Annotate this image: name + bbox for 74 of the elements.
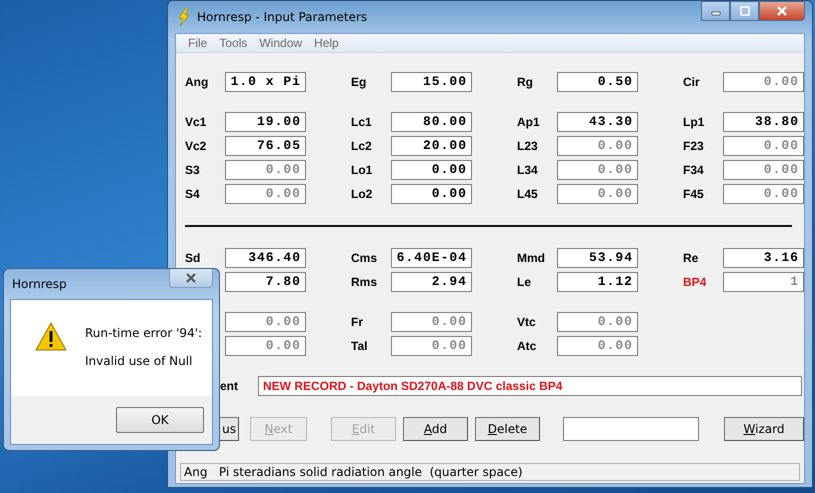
parameter-label: Rms xyxy=(351,275,378,289)
parameter-field[interactable]: 53.94 xyxy=(557,248,638,268)
error-message: Invalid use of Null xyxy=(85,354,194,368)
toolbar-button[interactable]: Wizard xyxy=(724,417,804,441)
maximize-icon xyxy=(740,6,750,16)
close-button[interactable] xyxy=(169,269,213,288)
parameter-label: Mmd xyxy=(517,251,546,265)
warning-icon xyxy=(35,322,67,352)
parameter-label: Eg xyxy=(351,75,368,89)
parameter-field[interactable]: 3.16 xyxy=(723,248,804,268)
close-icon xyxy=(185,272,197,284)
parameter-label: BP4 xyxy=(683,275,708,289)
parameter-field[interactable]: 1.0 x Pi xyxy=(225,72,306,92)
parameter-label: Vc2 xyxy=(185,139,208,153)
dialog-title: Hornresp xyxy=(11,277,67,291)
parameter-label: Rg xyxy=(517,75,534,89)
parameter-label: Lo1 xyxy=(351,163,374,177)
parameter-field[interactable]: 0.00 xyxy=(391,160,472,180)
comment-label: ent xyxy=(219,379,239,393)
parameter-field[interactable]: 15.00 xyxy=(391,72,472,92)
toolbar-button[interactable]: Add xyxy=(403,417,468,441)
parameter-label: Ang xyxy=(185,75,210,89)
parameter-field[interactable]: 1.12 xyxy=(557,272,638,292)
status-bar: Ang Pi steradians solid radiation angle (quarter space) xyxy=(180,463,800,481)
parameter-label: Sd xyxy=(185,251,202,265)
parameter-label: Atc xyxy=(517,339,538,353)
parameter-field[interactable]: 0.00 xyxy=(391,184,472,204)
parameter-label: Fr xyxy=(351,315,364,329)
parameter-field[interactable]: 80.00 xyxy=(391,112,472,132)
parameter-label: F45 xyxy=(683,187,705,201)
error-message: Run-time error '94': xyxy=(85,326,202,340)
close-icon xyxy=(776,5,788,17)
parameter-label: Re xyxy=(683,251,700,265)
parameter-field[interactable]: 20.00 xyxy=(391,136,472,156)
parameter-label: F23 xyxy=(683,139,705,153)
parameter-label: L34 xyxy=(517,163,539,177)
parameter-label: Lp1 xyxy=(683,115,706,129)
parameter-label: F34 xyxy=(683,163,705,177)
menu-item[interactable]: File xyxy=(182,36,214,50)
parameter-label: Cir xyxy=(683,75,701,89)
toolbar-button[interactable]: Delete xyxy=(475,417,540,441)
parameter-field[interactable]: 2.94 xyxy=(391,272,472,292)
parameter-label: Lc2 xyxy=(351,139,373,153)
menu-item[interactable]: Tools xyxy=(213,36,254,50)
parameter-label: Tal xyxy=(351,339,368,353)
parameter-field[interactable]: 76.05 xyxy=(225,136,306,156)
lightning-icon xyxy=(177,8,191,26)
menu-item[interactable]: Help xyxy=(308,36,345,50)
close-button[interactable] xyxy=(759,1,805,21)
parameter-field[interactable]: 7.80 xyxy=(225,272,306,292)
comment-field[interactable]: NEW RECORD - Dayton SD270A-88 DVC classic BP4 xyxy=(258,376,802,396)
parameter-label: Lo2 xyxy=(351,187,374,201)
ok-button[interactable]: OK xyxy=(116,407,204,433)
parameter-label: S4 xyxy=(185,187,201,201)
parameter-field[interactable]: 43.30 xyxy=(557,112,638,132)
parameter-label: Vc1 xyxy=(185,115,208,129)
parameter-label: Vtc xyxy=(517,315,537,329)
window-title: Hornresp - Input Parameters xyxy=(197,10,368,24)
parameter-label: S3 xyxy=(185,163,201,177)
parameter-field[interactable]: 38.80 xyxy=(723,112,804,132)
parameter-field[interactable]: 19.00 xyxy=(225,112,306,132)
parameter-field[interactable]: 0.50 xyxy=(557,72,638,92)
parameter-field[interactable]: 346.40 xyxy=(225,248,306,268)
menu-item[interactable]: Window xyxy=(253,36,308,50)
parameter-label: Ap1 xyxy=(517,115,541,129)
minimize-button[interactable] xyxy=(701,1,730,21)
parameter-label: L23 xyxy=(517,139,539,153)
parameter-label: Lc1 xyxy=(351,115,373,129)
input-field[interactable] xyxy=(563,417,699,441)
maximize-button[interactable] xyxy=(730,1,759,21)
parameter-field[interactable]: 6.40E-04 xyxy=(391,248,472,268)
parameter-label: L45 xyxy=(517,187,539,201)
parameter-label: Le xyxy=(517,275,532,289)
parameter-label: Cms xyxy=(351,251,378,265)
